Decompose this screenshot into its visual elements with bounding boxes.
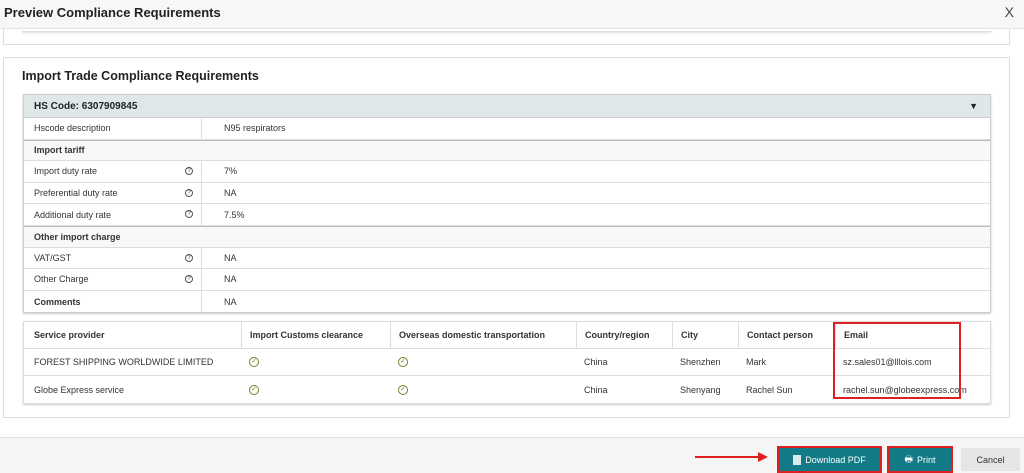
help-icon[interactable]: ? — [185, 167, 193, 176]
cell-transport: ✓ — [398, 376, 408, 403]
column-header: Service provider — [34, 330, 105, 340]
print-label: Print — [916, 454, 936, 465]
row-label: VAT/GST? — [24, 247, 202, 269]
pdf-icon — [793, 454, 802, 465]
cell-city: Shenzhen — [680, 357, 721, 367]
red-arrow-annotation — [695, 452, 768, 462]
help-icon[interactable]: ? — [185, 253, 193, 262]
hs-row: Other Charge? NA — [24, 269, 990, 291]
row-key: Import duty rate — [34, 166, 98, 177]
help-icon[interactable]: ? — [185, 275, 193, 284]
check-circle-icon: ✓ — [398, 384, 408, 395]
hs-row: Additional duty rate? 7.5% — [24, 204, 990, 226]
hs-row: Hscode description N95 respirators — [24, 118, 990, 140]
dialog-footer: Download PDF 🖶 Print Cancel — [0, 437, 1024, 473]
column-header: City — [672, 322, 698, 348]
row-label: Comments — [24, 290, 202, 313]
hs-row: Import tariff — [24, 139, 990, 162]
row-label: Other import charge — [24, 227, 202, 247]
row-label: Additional duty rate? — [24, 204, 202, 225]
dialog-header: Preview Compliance Requirements X — [0, 0, 1024, 29]
row-value: NA — [224, 296, 237, 307]
column-header: Country/region — [576, 322, 650, 348]
column-header: Contact person — [738, 322, 813, 348]
column-header: Import Customs clearance — [241, 322, 363, 348]
row-label: Other Charge? — [24, 269, 202, 290]
row-label: Import tariff — [24, 141, 202, 161]
column-header: Overseas domestic transportation — [390, 322, 545, 348]
row-value: N95 respirators — [224, 123, 286, 134]
row-value: NA — [224, 188, 237, 199]
hs-row: Preferential duty rate? NA — [24, 182, 990, 205]
row-value: NA — [224, 252, 237, 263]
row-key: VAT/GST — [34, 252, 72, 263]
hs-code-value: 6307909845 — [81, 100, 138, 112]
hs-row: VAT/GST? NA — [24, 247, 990, 270]
cell-country: China — [584, 357, 608, 367]
row-label: Import duty rate? — [24, 161, 202, 182]
download-pdf-button[interactable]: Download PDF — [777, 446, 882, 473]
cell-city: Shenyang — [680, 384, 721, 395]
row-value: NA — [224, 274, 237, 285]
email-highlight-box — [833, 322, 961, 399]
hs-code-label: HS Code: — [34, 100, 79, 112]
collapse-triangle-icon[interactable]: ▼ — [969, 101, 978, 111]
previous-section-card — [3, 29, 1010, 45]
cell-provider: Globe Express service — [34, 384, 125, 395]
check-circle-icon: ✓ — [249, 357, 259, 367]
help-icon[interactable]: ? — [185, 188, 193, 197]
row-value: 7% — [224, 166, 238, 177]
cell-contact: Mark — [746, 357, 766, 367]
row-label: Preferential duty rate? — [24, 182, 202, 204]
section-title: Import Trade Compliance Requirements — [22, 69, 259, 83]
check-circle-icon: ✓ — [398, 357, 408, 367]
download-pdf-label: Download PDF — [805, 454, 866, 465]
row-key: Preferential duty rate — [34, 188, 118, 199]
print-button[interactable]: 🖶 Print — [887, 446, 953, 473]
cell-provider: FOREST SHIPPING WORLDWIDE LIMITED — [34, 357, 214, 367]
cell-customs: ✓ — [249, 349, 259, 375]
check-circle-icon: ✓ — [249, 384, 259, 395]
row-key: Other import charge — [34, 231, 121, 242]
hs-row: Comments NA — [24, 290, 990, 313]
cell-transport: ✓ — [398, 349, 408, 375]
close-icon[interactable]: X — [1005, 4, 1014, 20]
printer-icon: 🖶 — [904, 453, 913, 464]
hs-code-header[interactable]: HS Code: 6307909845 ▼ — [24, 95, 990, 118]
row-key: Additional duty rate — [34, 209, 112, 220]
row-label: Hscode description — [24, 118, 202, 139]
cancel-button[interactable]: Cancel — [961, 448, 1020, 471]
hs-row: Import duty rate? 7% — [24, 161, 990, 183]
hs-row: Other import charge — [24, 225, 990, 248]
row-key: Comments — [34, 296, 81, 307]
hs-code-table: HS Code: 6307909845 ▼ Hscode description… — [23, 94, 991, 314]
cell-country: China — [584, 384, 608, 395]
row-key: Import tariff — [34, 145, 85, 156]
row-value: 7.5% — [224, 209, 245, 220]
cell-contact: Rachel Sun — [746, 384, 793, 395]
row-key: Other Charge — [34, 274, 89, 285]
row-key: Hscode description — [34, 123, 111, 134]
dialog-title: Preview Compliance Requirements — [4, 5, 221, 20]
cell-customs: ✓ — [249, 376, 259, 403]
help-icon[interactable]: ? — [185, 210, 193, 219]
